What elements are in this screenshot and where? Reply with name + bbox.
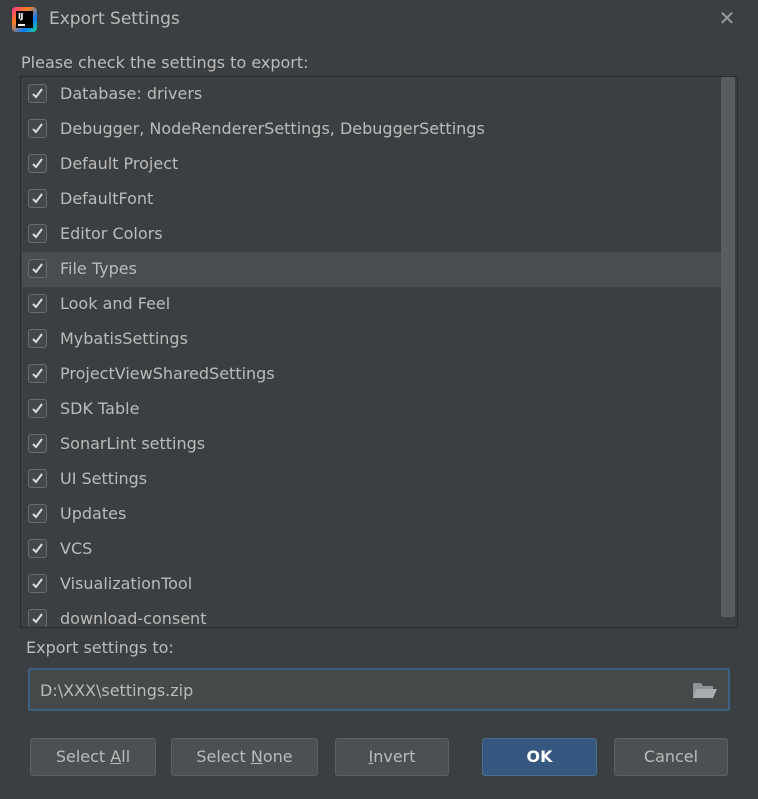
export-path-label: Export settings to:	[26, 638, 174, 657]
settings-item[interactable]: SonarLint settings	[22, 427, 722, 462]
settings-item[interactable]: VCS	[22, 532, 722, 567]
checkbox[interactable]	[28, 469, 47, 488]
settings-item[interactable]: SDK Table	[22, 392, 722, 427]
settings-item-label: Default Project	[60, 154, 179, 173]
checkmark-icon	[32, 228, 43, 239]
invert-button[interactable]: Invert	[335, 738, 449, 776]
settings-item[interactable]: download-consent	[22, 602, 722, 628]
checkmark-icon	[32, 473, 43, 484]
logo-text: IJ	[18, 12, 23, 21]
settings-item-label: VCS	[60, 539, 93, 558]
checkmark-icon	[32, 193, 43, 204]
select-all-label-post: ll	[121, 747, 131, 766]
settings-item-label: SDK Table	[60, 399, 140, 418]
settings-item[interactable]: VisualizationTool	[22, 567, 722, 602]
settings-item[interactable]: DefaultFont	[22, 182, 722, 217]
checkbox[interactable]	[28, 399, 47, 418]
settings-item-label: download-consent	[60, 609, 207, 628]
folder-open-icon[interactable]	[692, 680, 718, 704]
checkbox[interactable]	[28, 504, 47, 523]
ok-button[interactable]: OK	[482, 738, 597, 776]
settings-item[interactable]: Look and Feel	[22, 287, 722, 322]
checkbox[interactable]	[28, 84, 47, 103]
title-bar[interactable]: IJ Export Settings ✕	[0, 0, 758, 38]
checkmark-icon	[32, 578, 43, 589]
checkmark-icon	[32, 508, 43, 519]
settings-item[interactable]: Updates	[22, 497, 722, 532]
settings-item[interactable]: UI Settings	[22, 462, 722, 497]
select-none-label-post: one	[262, 747, 293, 766]
settings-list[interactable]: Database: drivers Debugger, NodeRendererS…	[20, 76, 738, 628]
settings-item-label: Look and Feel	[60, 294, 171, 313]
settings-item-label: Editor Colors	[60, 224, 163, 243]
checkbox[interactable]	[28, 189, 47, 208]
checkmark-icon	[32, 613, 43, 624]
settings-item[interactable]: File Types	[22, 252, 722, 287]
settings-item-label: File Types	[60, 259, 137, 278]
settings-item-label: VisualizationTool	[60, 574, 193, 593]
select-none-label-pre: Select	[196, 747, 251, 766]
checkbox[interactable]	[28, 119, 47, 138]
window-title: Export Settings	[49, 9, 180, 29]
checkbox[interactable]	[28, 154, 47, 173]
settings-item-label: Updates	[60, 504, 127, 523]
checkbox[interactable]	[28, 294, 47, 313]
settings-item-label: ProjectViewSharedSettings	[60, 364, 275, 383]
checkmark-icon	[32, 403, 43, 414]
settings-item[interactable]: Editor Colors	[22, 217, 722, 252]
checkbox[interactable]	[28, 574, 47, 593]
settings-item[interactable]: Debugger, NodeRendererSettings, Debugger…	[22, 112, 722, 147]
select-all-mnemonic: A	[110, 747, 122, 766]
checkmark-icon	[32, 158, 43, 169]
settings-item-label: DefaultFont	[60, 189, 154, 208]
checkmark-icon	[32, 543, 43, 554]
settings-item-label: SonarLint settings	[60, 434, 206, 453]
checkmark-icon	[32, 438, 43, 449]
checkbox[interactable]	[28, 364, 47, 383]
settings-item-label: Debugger, NodeRendererSettings, Debugger…	[60, 119, 485, 138]
export-path-input[interactable]	[40, 679, 680, 701]
checkmark-icon	[32, 368, 43, 379]
settings-item[interactable]: Database: drivers	[22, 77, 722, 112]
export-path-field[interactable]	[28, 668, 730, 711]
checkbox[interactable]	[28, 259, 47, 278]
checkmark-icon	[32, 333, 43, 344]
checkbox[interactable]	[28, 224, 47, 243]
settings-item[interactable]: Default Project	[22, 147, 722, 182]
select-none-mnemonic: N	[250, 747, 263, 766]
instruction-label: Please check the settings to export:	[21, 53, 309, 72]
invert-label-post: nvert	[373, 747, 416, 766]
select-all-button[interactable]: Select All	[30, 738, 156, 776]
checkmark-icon	[32, 123, 43, 134]
intellij-logo-icon: IJ	[12, 7, 37, 32]
checkbox[interactable]	[28, 329, 47, 348]
checkbox[interactable]	[28, 539, 47, 558]
export-settings-dialog: IJ Export Settings ✕ Please check the se…	[0, 0, 758, 799]
settings-item[interactable]: MybatisSettings	[22, 322, 722, 357]
select-none-button[interactable]: Select None	[171, 738, 318, 776]
scrollbar-thumb[interactable]	[721, 77, 735, 617]
close-icon[interactable]: ✕	[712, 4, 742, 32]
checkmark-icon	[32, 298, 43, 309]
cancel-button[interactable]: Cancel	[614, 738, 728, 776]
settings-item-label: MybatisSettings	[60, 329, 188, 348]
select-all-label-pre: Select	[55, 747, 111, 766]
settings-item-label: UI Settings	[60, 469, 148, 488]
settings-item-label: Database: drivers	[60, 84, 203, 103]
checkmark-icon	[32, 88, 43, 99]
checkmark-icon	[32, 263, 43, 274]
checkbox[interactable]	[28, 609, 47, 627]
settings-item[interactable]: ProjectViewSharedSettings	[22, 357, 722, 392]
checkbox[interactable]	[28, 434, 47, 453]
